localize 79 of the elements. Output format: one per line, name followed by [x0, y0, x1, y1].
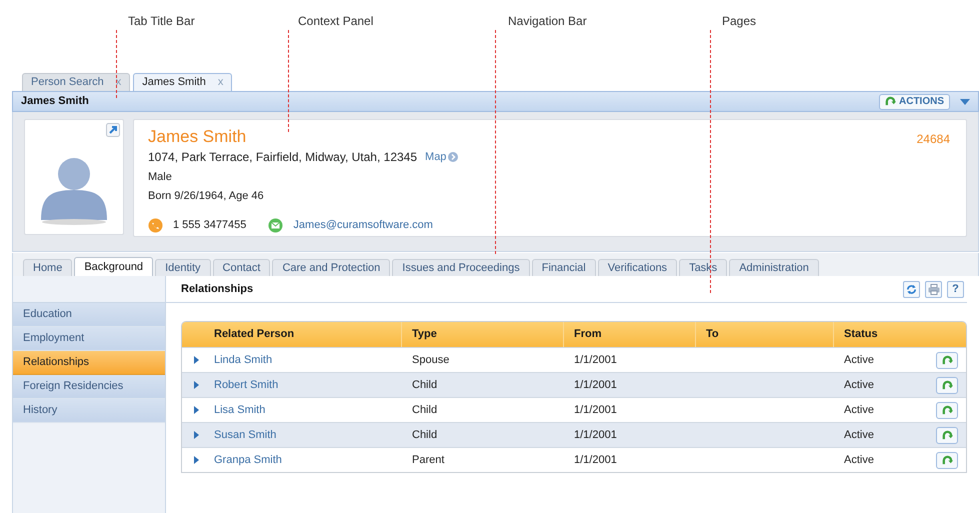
- table-cell-text: Spouse: [411, 352, 450, 368]
- person-link[interactable]: Robert Smith: [214, 376, 278, 394]
- header-title: James Smith: [21, 94, 89, 110]
- nav-tab[interactable]: Financial: [532, 259, 596, 276]
- phone-number: 1 555 3477455: [173, 218, 246, 233]
- email-link[interactable]: James@curamsoftware.com: [293, 217, 433, 234]
- table-cell-text: Active: [844, 428, 874, 443]
- annotation-label: Pages: [722, 13, 756, 30]
- person-link[interactable]: Susan Smith: [214, 426, 276, 444]
- table-cell-text: Parent: [411, 452, 446, 468]
- expand-triangle-icon[interactable]: [194, 406, 199, 414]
- nav-tab[interactable]: Issues and Proceedings: [392, 259, 530, 276]
- table-cell-text: 1/1/2001: [573, 352, 618, 368]
- table-cell-text: Child: [411, 402, 438, 418]
- dropdown-arrow-icon[interactable]: [960, 98, 970, 104]
- tab[interactable]: Person Search x: [22, 73, 130, 91]
- expand-triangle-icon[interactable]: [194, 356, 199, 364]
- row-action-button[interactable]: [936, 352, 958, 368]
- row-action-button[interactable]: [936, 402, 958, 418]
- actions-button[interactable]: ACTIONS: [879, 94, 950, 110]
- annotation-label: Tab Title Bar: [128, 13, 195, 30]
- nav-tab[interactable]: Home: [23, 259, 72, 276]
- sidebar-item[interactable]: Foreign Residencies: [13, 375, 165, 399]
- map-link[interactable]: Map: [425, 148, 458, 166]
- table-cell-text: Child: [411, 378, 438, 393]
- email-icon: [268, 218, 284, 233]
- row-action-button[interactable]: [936, 426, 958, 444]
- row-action-button[interactable]: [936, 452, 958, 468]
- nav-tab[interactable]: Background: [74, 257, 154, 276]
- nav-tab[interactable]: Administration: [729, 259, 819, 276]
- table-cell-text: Active: [844, 452, 874, 468]
- person-link[interactable]: Linda Smith: [214, 352, 272, 368]
- table-cell-text: 1/1/2001: [573, 452, 618, 468]
- nav-tab[interactable]: Contact: [212, 259, 270, 276]
- nav-tab[interactable]: Verifications: [598, 259, 678, 276]
- help-button[interactable]: ?: [947, 280, 964, 298]
- tab[interactable]: James Smith x: [133, 73, 232, 91]
- annotation-label: Context Panel: [298, 13, 374, 30]
- gender-text: Male: [148, 170, 173, 185]
- table-cell-text: 1/1/2001: [573, 378, 618, 393]
- refresh-button[interactable]: [903, 280, 920, 298]
- refresh-arrow-icon: [942, 380, 952, 390]
- person-name: James Smith: [148, 127, 246, 147]
- table-cell-text: Active: [844, 378, 874, 393]
- expand-triangle-icon[interactable]: [194, 381, 199, 389]
- table-cell-text: 1/1/2001: [573, 402, 618, 418]
- refresh-icon: [906, 284, 917, 294]
- expand-triangle-icon[interactable]: [194, 456, 199, 464]
- print-button[interactable]: [925, 280, 942, 298]
- table-cell-text: Child: [411, 428, 438, 443]
- page-title: Relationships: [181, 282, 254, 297]
- address-text: 1074, Park Terrace, Fairfield, Midway, Utah, 12345: [148, 149, 418, 166]
- birth-text: Born 9/26/1964, Age 46: [148, 188, 265, 204]
- annotation-label: Navigation Bar: [508, 13, 587, 30]
- row-action-button[interactable]: [936, 376, 958, 394]
- sidebar-item[interactable]: History: [13, 399, 165, 423]
- column-header: Status: [843, 327, 879, 342]
- table-cell-text: Active: [844, 402, 874, 418]
- nav-tab[interactable]: Identity: [155, 259, 211, 276]
- person-link[interactable]: Lisa Smith: [214, 402, 266, 418]
- sidebar-item[interactable]: Relationships: [13, 351, 165, 375]
- reference-number: 24684: [916, 131, 950, 148]
- refresh-arrow-icon: [942, 454, 952, 466]
- phone-icon: [148, 218, 163, 233]
- nav-tab[interactable]: Care and Protection: [272, 259, 390, 276]
- refresh-arrow-icon: [885, 96, 896, 107]
- sidebar-item[interactable]: Employment: [13, 327, 165, 351]
- nav-tab[interactable]: Tasks: [679, 259, 728, 276]
- table-cell-text: Active: [844, 352, 874, 368]
- expand-triangle-icon[interactable]: [194, 431, 199, 439]
- expand-arrow-icon[interactable]: [106, 123, 120, 137]
- refresh-arrow-icon: [942, 430, 952, 440]
- refresh-arrow-icon: [942, 404, 952, 416]
- refresh-arrow-icon: [942, 354, 952, 366]
- printer-icon: [928, 284, 940, 294]
- sidebar-item[interactable]: Education: [13, 303, 165, 327]
- arrow-circle-icon: [448, 152, 458, 162]
- person-link[interactable]: Granpa Smith: [214, 452, 282, 468]
- table-cell-text: 1/1/2001: [573, 428, 618, 443]
